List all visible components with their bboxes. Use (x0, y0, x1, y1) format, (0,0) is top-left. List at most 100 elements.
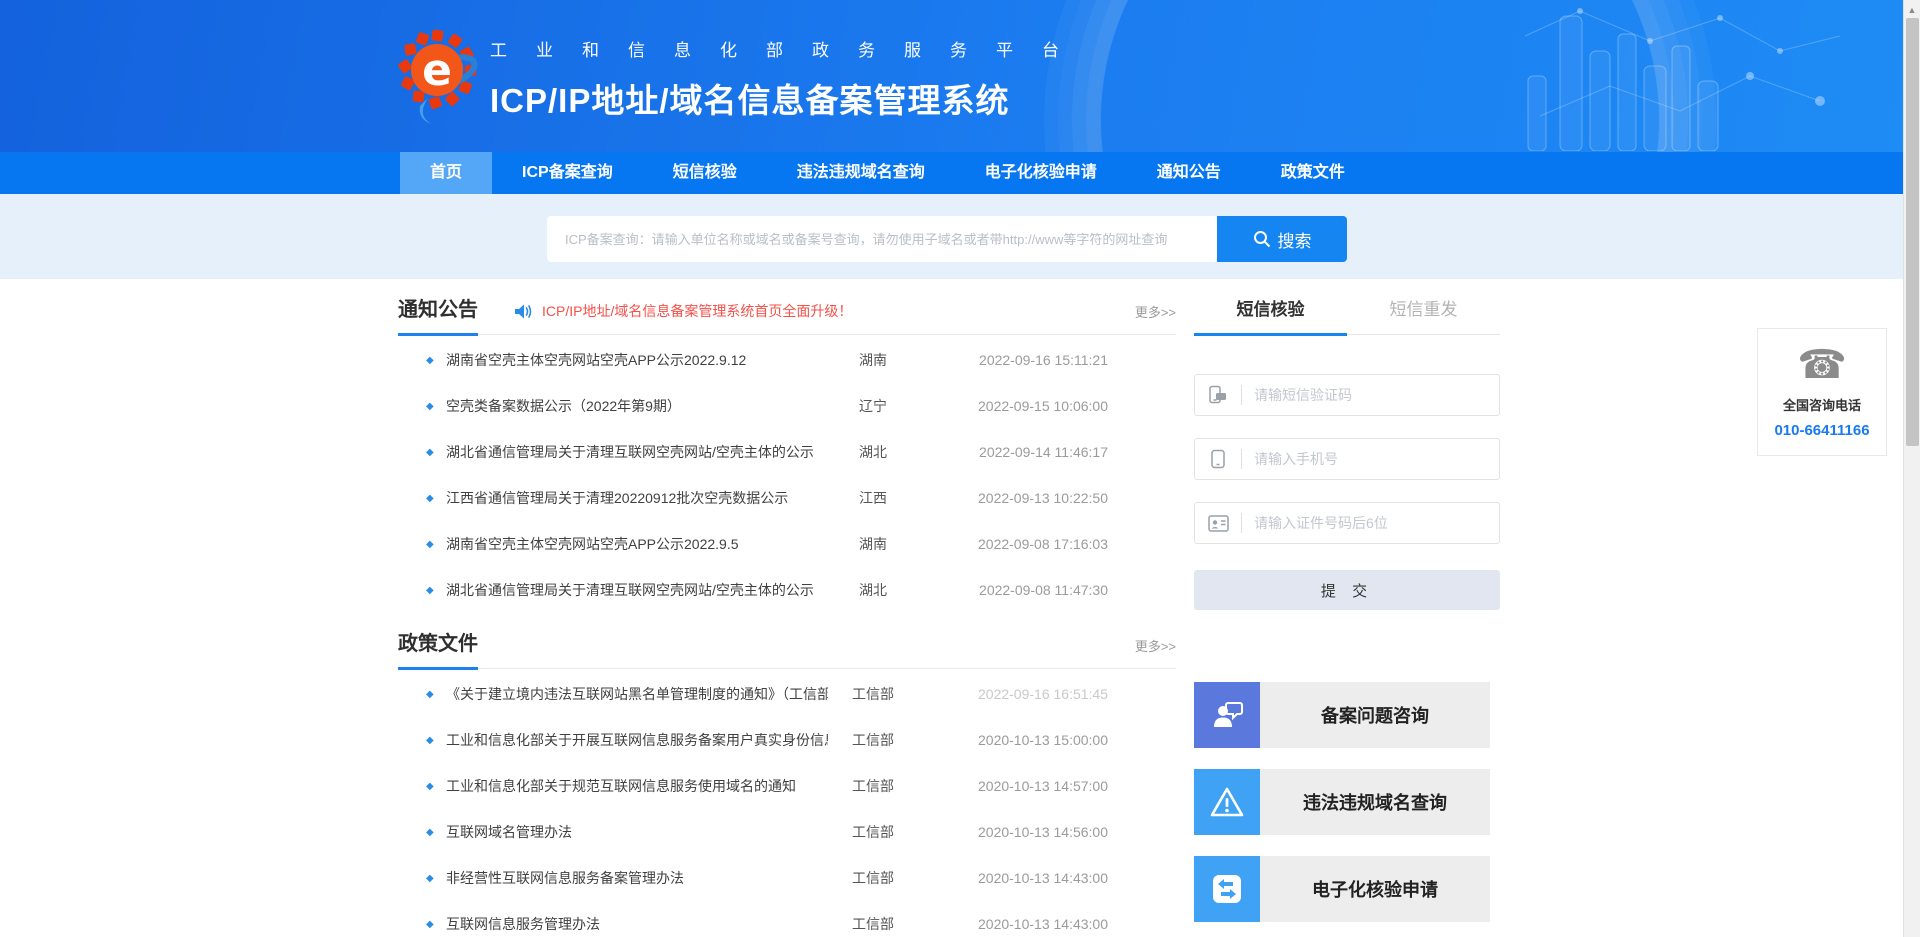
policy-org: 工信部 (828, 868, 918, 888)
search-button[interactable]: 搜索 (1217, 216, 1347, 262)
side-column: 短信核验 短信重发 (1194, 279, 1500, 937)
notice-row[interactable]: ◆ 湖北省通信管理局关于清理互联网空壳网站/空壳主体的公示 湖北 2022-09… (398, 429, 1176, 475)
scrollbar-thumb[interactable] (1906, 18, 1919, 446)
policy-title-link[interactable]: 工业和信息化部关于开展互联网信息服务备案用户真实身份信息电 (446, 730, 828, 750)
nav-item-sms-verify[interactable]: 短信核验 (643, 152, 767, 194)
notice-row[interactable]: ◆ 湖北省通信管理局关于清理互联网空壳网站/空壳主体的公示 湖北 2022-09… (398, 567, 1176, 613)
id-number-input[interactable] (1242, 515, 1499, 531)
notice-time: 2022-09-08 11:47:30 (918, 582, 1108, 598)
policy-time: 2020-10-13 14:57:00 (918, 778, 1108, 794)
consult-person-icon (1194, 682, 1260, 748)
notice-region: 湖北 (828, 442, 918, 462)
miit-logo: e (398, 28, 480, 131)
quick-link-filing-consult[interactable]: 备案问题咨询 (1194, 682, 1490, 748)
notice-title-link[interactable]: 湖北省通信管理局关于清理互联网空壳网站/空壳主体的公示 (446, 580, 828, 600)
diamond-bullet-icon: ◆ (426, 781, 446, 792)
policy-title-link[interactable]: 互联网域名管理办法 (446, 822, 828, 842)
icp-search-input[interactable] (547, 216, 1217, 262)
policy-org: 工信部 (828, 684, 918, 704)
diamond-bullet-icon: ◆ (426, 873, 446, 884)
nav-item-electronic-verify[interactable]: 电子化核验申请 (955, 152, 1127, 194)
policy-title-link[interactable]: 互联网信息服务管理办法 (446, 914, 828, 934)
transfer-arrows-icon (1194, 856, 1260, 922)
diamond-bullet-icon: ◆ (426, 539, 446, 550)
policy-time: 2020-10-13 14:43:00 (918, 916, 1108, 932)
policy-org: 工信部 (828, 730, 918, 750)
speaker-icon (514, 303, 533, 320)
policies-title: 政策文件 (398, 627, 478, 670)
notices-more-link[interactable]: 更多>> (1135, 302, 1176, 334)
tab-sms-verify[interactable]: 短信核验 (1194, 295, 1347, 336)
mobile-number-field[interactable] (1194, 438, 1500, 480)
policy-time: 2020-10-13 14:56:00 (918, 824, 1108, 840)
diamond-bullet-icon: ◆ (426, 735, 446, 746)
policies-more-link[interactable]: 更多>> (1135, 636, 1176, 668)
notice-time: 2022-09-14 11:46:17 (918, 444, 1108, 460)
policy-row[interactable]: ◆ 工业和信息化部关于开展互联网信息服务备案用户真实身份信息电 工信部 2020… (398, 717, 1176, 763)
announcement-text[interactable]: ICP/IP地址/域名信息备案管理系统首页全面升级！ (542, 301, 852, 321)
announcement-banner[interactable]: ICP/IP地址/域名信息备案管理系统首页全面升级！ (514, 301, 852, 334)
notice-time: 2022-09-15 10:06:00 (918, 398, 1108, 414)
nav-item-home[interactable]: 首页 (400, 152, 492, 194)
notice-title-link[interactable]: 湖北省通信管理局关于清理互联网空壳网站/空壳主体的公示 (446, 442, 828, 462)
page-scrollbar[interactable]: ▲ (1903, 0, 1920, 937)
city-skyline-decoration (1520, 6, 1900, 151)
id-card-icon (1195, 515, 1241, 532)
search-icon (1253, 230, 1271, 248)
policy-title-link[interactable]: 非经营性互联网信息服务备案管理办法 (446, 868, 828, 888)
notice-title-link[interactable]: 空壳类备案数据公示（2022年第9期） (446, 396, 828, 416)
search-section: 搜索 (0, 194, 1920, 279)
nav-item-icp-query[interactable]: ICP备案查询 (492, 152, 643, 194)
quick-link-electronic-verify[interactable]: 电子化核验申请 (1194, 856, 1490, 922)
quick-link-label: 备案问题咨询 (1260, 682, 1490, 748)
policy-time: 2022-09-16 16:51:45 (918, 686, 1108, 702)
policy-title-link[interactable]: 《关于建立境内违法互联网站黑名单管理制度的通知》（工信部联 (446, 684, 828, 704)
policy-row[interactable]: ◆ 非经营性互联网信息服务备案管理办法 工信部 2020-10-13 14:43… (398, 855, 1176, 901)
search-button-label: 搜索 (1278, 227, 1312, 252)
scroll-up-arrow-icon[interactable]: ▲ (1904, 0, 1920, 15)
notice-row[interactable]: ◆ 空壳类备案数据公示（2022年第9期） 辽宁 2022-09-15 10:0… (398, 383, 1176, 429)
policy-org: 工信部 (828, 914, 918, 934)
policy-time: 2020-10-13 15:00:00 (918, 732, 1108, 748)
notice-title-link[interactable]: 江西省通信管理局关于清理20220912批次空壳数据公示 (446, 488, 828, 508)
notice-title-link[interactable]: 湖南省空壳主体空壳网站空壳APP公示2022.9.5 (446, 534, 828, 554)
notice-row[interactable]: ◆ 湖南省空壳主体空壳网站空壳APP公示2022.9.12 湖南 2022-09… (398, 337, 1176, 383)
policy-row[interactable]: ◆ 互联网信息服务管理办法 工信部 2020-10-13 14:43:00 (398, 901, 1176, 937)
diamond-bullet-icon: ◆ (426, 401, 446, 412)
mobile-number-input[interactable] (1242, 451, 1499, 467)
policy-title-link[interactable]: 工业和信息化部关于规范互联网信息服务使用域名的通知 (446, 776, 828, 796)
sms-message-icon (1195, 385, 1241, 405)
nav-item-policies[interactable]: 政策文件 (1251, 152, 1375, 194)
notice-title-link[interactable]: 湖南省空壳主体空壳网站空壳APP公示2022.9.12 (446, 350, 828, 370)
telephone-icon: ☎ (1758, 343, 1886, 387)
consult-phone-card: ☎ 全国咨询电话 010-66411166 (1757, 328, 1887, 456)
sms-tabs: 短信核验 短信重发 (1194, 295, 1500, 335)
mobile-phone-icon (1195, 449, 1241, 469)
id-number-field[interactable] (1194, 502, 1500, 544)
submit-button[interactable]: 提 交 (1194, 570, 1500, 610)
brand-block: 工业和信息化部政务服务平台 ICP/IP地址/域名信息备案管理系统 (490, 36, 1130, 122)
nav-item-illegal-domain-query[interactable]: 违法违规域名查询 (767, 152, 955, 194)
main-nav: 首页 ICP备案查询 短信核验 违法违规域名查询 电子化核验申请 通知公告 政策… (0, 152, 1920, 194)
notice-row[interactable]: ◆ 江西省通信管理局关于清理20220912批次空壳数据公示 江西 2022-0… (398, 475, 1176, 521)
site-header: e 工业和信息化部政务服务平台 ICP/IP地址/域名信息备案管理系统 (0, 0, 1920, 152)
phone-card-label: 全国咨询电话 (1758, 395, 1886, 414)
platform-subtitle: 工业和信息化部政务服务平台 (490, 36, 1130, 61)
nav-item-notices[interactable]: 通知公告 (1127, 152, 1251, 194)
quick-link-illegal-domain[interactable]: 违法违规域名查询 (1194, 769, 1490, 835)
sms-code-input[interactable] (1242, 387, 1499, 403)
warning-triangle-icon (1194, 769, 1260, 835)
sms-code-field[interactable] (1194, 374, 1500, 416)
tab-sms-resend[interactable]: 短信重发 (1347, 295, 1500, 334)
policy-org: 工信部 (828, 776, 918, 796)
policy-row[interactable]: ◆ 《关于建立境内违法互联网站黑名单管理制度的通知》（工信部联 工信部 2022… (398, 671, 1176, 717)
diamond-bullet-icon: ◆ (426, 447, 446, 458)
notice-row[interactable]: ◆ 湖南省空壳主体空壳网站空壳APP公示2022.9.5 湖南 2022-09-… (398, 521, 1176, 567)
site-title: ICP/IP地址/域名信息备案管理系统 (490, 74, 1130, 122)
policies-section: 政策文件 更多>> ◆ 《关于建立境内违法互联网站黑名单管理制度的通知》（工信部… (398, 613, 1176, 937)
notices-section: 通知公告 ICP/IP地址/域名信息备案管理系统首页全面升级！ 更多>> ◆ 湖… (398, 279, 1176, 613)
notice-region: 江西 (828, 488, 918, 508)
policy-row[interactable]: ◆ 工业和信息化部关于规范互联网信息服务使用域名的通知 工信部 2020-10-… (398, 763, 1176, 809)
policy-row[interactable]: ◆ 互联网域名管理办法 工信部 2020-10-13 14:56:00 (398, 809, 1176, 855)
quick-link-label: 电子化核验申请 (1260, 856, 1490, 922)
